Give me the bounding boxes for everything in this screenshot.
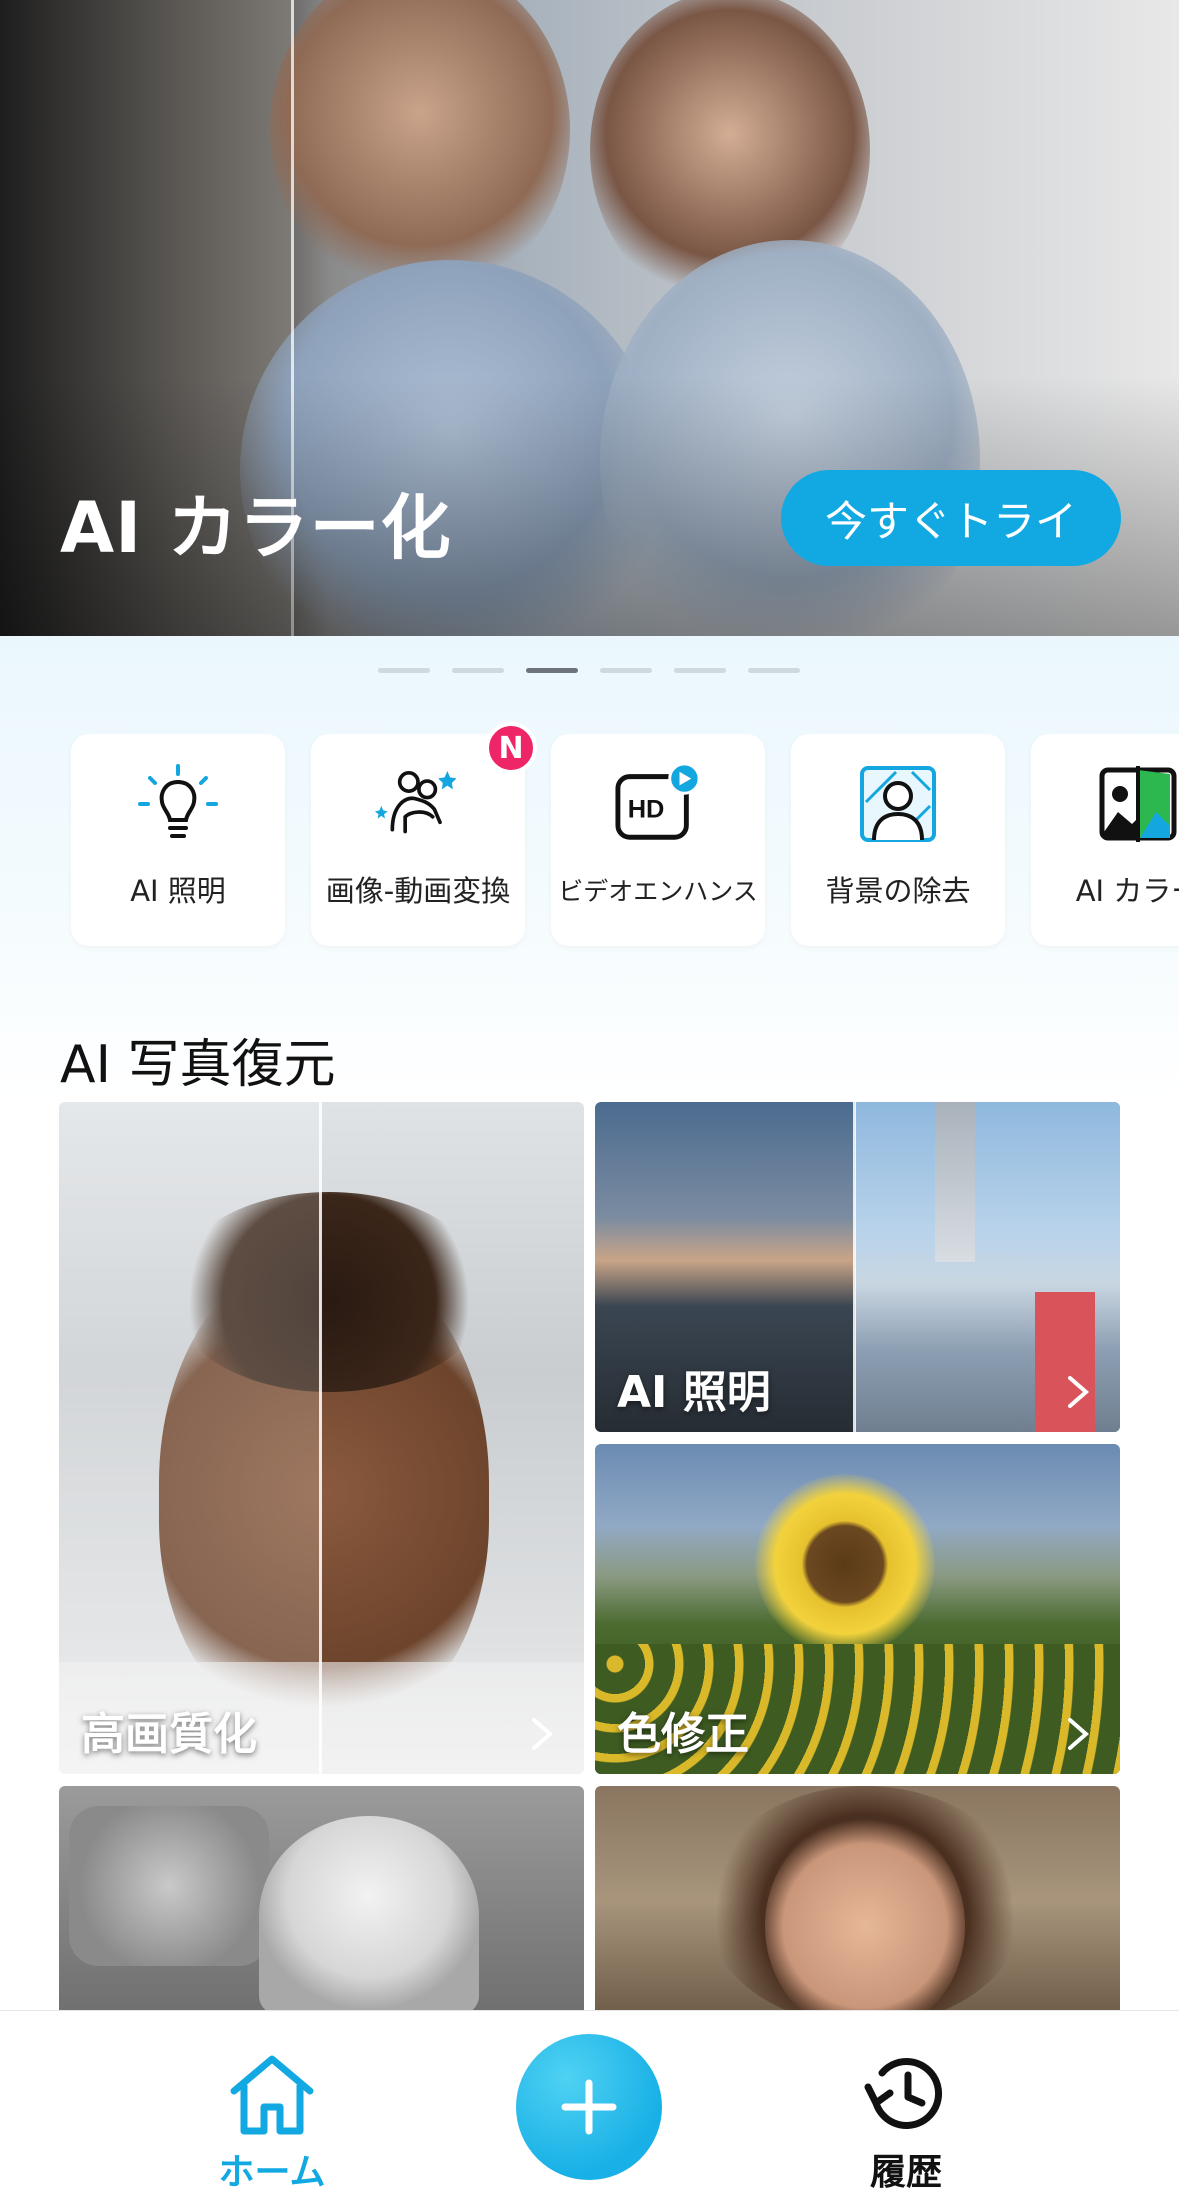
hero-person-left <box>270 0 570 300</box>
tool-label: 背景の除去 <box>825 874 971 908</box>
hero-banner[interactable]: AI カラー化 今すぐトライ <box>0 0 1179 636</box>
new-badge: N <box>485 722 537 774</box>
nav-home[interactable]: ホーム <box>172 2051 372 2195</box>
tool-background-remove[interactable]: 背景の除去 <box>791 734 1005 946</box>
nav-history-label: 履歴 <box>869 2152 942 2193</box>
tool-video-enhance[interactable]: HD ビデオエンハンス <box>551 734 765 946</box>
card-color-correction[interactable]: 色修正 <box>595 1444 1120 1774</box>
compare-divider <box>319 1102 322 1774</box>
card-label: AI 照明 <box>617 1367 771 1418</box>
card-cupcake <box>259 1816 479 2016</box>
pager-dot[interactable] <box>452 668 504 673</box>
pager-dot[interactable] <box>600 668 652 673</box>
card-lighting-tower <box>935 1102 975 1262</box>
hero-title: AI カラー化 <box>60 487 452 569</box>
home-screen: AI カラー化 今すぐトライ AI 照明 N 画像-動画変換 HD ビデオエンハ… <box>0 0 1179 2212</box>
compare-divider <box>853 1102 856 1432</box>
card-enhance-blur-half <box>59 1102 321 1774</box>
colorize-icon <box>1094 760 1179 848</box>
banner-pager <box>378 668 800 673</box>
people-sparkle-icon <box>374 760 462 848</box>
chevron-right-icon <box>1068 1718 1090 1750</box>
chevron-right-icon <box>1068 1376 1090 1408</box>
tool-label: AI 照明 <box>130 874 226 908</box>
nav-home-label: ホーム <box>218 2152 326 2193</box>
pager-dot[interactable] <box>748 668 800 673</box>
tool-label: AI カラー <box>1075 874 1179 908</box>
pager-dot[interactable] <box>378 668 430 673</box>
card-label: 色修正 <box>617 1709 749 1760</box>
tool-image-to-video[interactable]: N 画像-動画変換 <box>311 722 537 946</box>
tool-label: 画像-動画変換 <box>325 874 511 908</box>
lightbulb-icon <box>134 760 222 848</box>
card-enhance-quality[interactable]: 高画質化 <box>59 1102 584 1774</box>
card-old-portrait[interactable] <box>595 1786 1120 2016</box>
home-icon <box>230 2055 314 2135</box>
tool-shortcuts: AI 照明 N 画像-動画変換 HD ビデオエンハンス 背景の除去 AI カラ <box>71 722 1179 946</box>
add-button[interactable] <box>516 2034 662 2180</box>
tool-label: ビデオエンハンス <box>558 877 758 906</box>
card-label: 高画質化 <box>81 1709 257 1760</box>
section-title: AI 写真復元 <box>60 1035 336 1095</box>
tool-ai-colorize[interactable]: AI カラー <box>1031 734 1179 946</box>
nav-history[interactable]: 履歴 <box>806 2051 1006 2195</box>
card-cupcake-photo[interactable] <box>59 1786 584 2016</box>
card-sunflower <box>755 1474 935 1654</box>
tool-ai-lighting[interactable]: AI 照明 <box>71 734 285 946</box>
person-background-icon <box>854 760 942 848</box>
history-icon <box>864 2058 943 2129</box>
pager-dot-active[interactable] <box>526 668 578 673</box>
hd-play-icon: HD <box>614 760 702 848</box>
card-cupcake-cup <box>69 1806 269 1966</box>
chevron-right-icon <box>532 1718 554 1750</box>
svg-text:HD: HD <box>628 796 665 824</box>
pager-dot[interactable] <box>674 668 726 673</box>
try-now-button[interactable]: 今すぐトライ <box>781 470 1121 566</box>
card-ai-lighting[interactable]: AI 照明 <box>595 1102 1120 1432</box>
plus-icon <box>561 2079 617 2135</box>
